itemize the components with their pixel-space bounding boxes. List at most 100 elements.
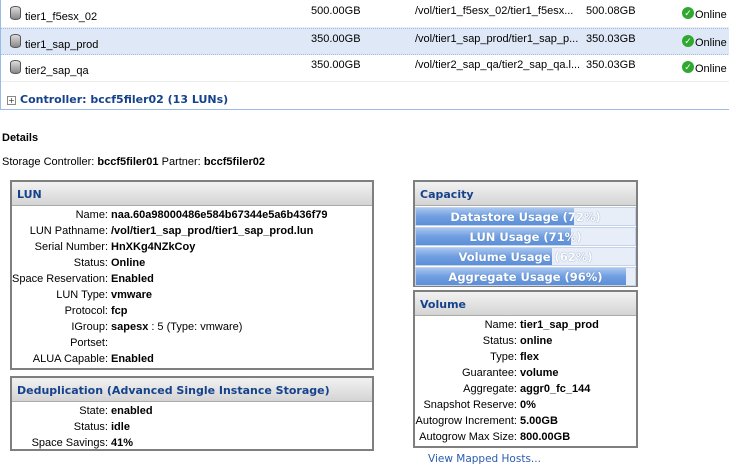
field-label: LUN Pathname: (29, 225, 108, 237)
lun-name: tier1_f5esx_02 (25, 11, 98, 23)
field-row: Space Savings: 41% (12, 435, 372, 451)
table-row-selected[interactable]: tier1_sap_prod 350.00GB /vol/tier1_sap_p… (1, 28, 729, 55)
field-label: ALUA Capable: (32, 353, 108, 365)
field-label: Status: (73, 257, 108, 269)
field-row: Serial Number: HnXKg4NZkCoy (12, 239, 372, 255)
field-row: Status: idle (12, 419, 372, 435)
lun-status: Online (695, 9, 727, 21)
field-row: LUN Pathname:/vol/tier1_sap_prod/tier1_s… (12, 223, 372, 239)
field-label: Autogrow Max Size: (419, 431, 517, 443)
field-value: Enabled (111, 273, 154, 285)
details-heading: Details (2, 132, 39, 144)
field-value: enabled (111, 405, 153, 417)
field-label: Name: (75, 209, 108, 221)
field-label: Serial Number: (34, 241, 108, 253)
storage-controller-line: Storage Controller: bccf5filer01 Partner… (2, 156, 265, 168)
panel-title: Deduplication (Advanced Single Instance … (12, 378, 372, 402)
field-label: IGroup: (71, 321, 108, 333)
lun-size: 350.00GB (311, 33, 361, 45)
check-icon: ✓ (682, 7, 694, 19)
field-row: Status: Online (12, 255, 372, 271)
field-value: tier1_sap_prod (520, 319, 599, 331)
capacity-panel: Capacity Datastore Usage (72%) LUN Usage … (413, 180, 638, 287)
lun-allocated: 350.03GB (586, 59, 636, 71)
storage-controller-value: bccf5filer01 (97, 156, 159, 168)
field-value: 0% (520, 399, 536, 411)
field-value: HnXKg4NZkCoy (111, 241, 196, 253)
usage-bar: Aggregate Usage (96%) (415, 267, 636, 286)
field-value: sapesx (111, 321, 149, 333)
panel-title: Capacity (415, 182, 636, 206)
field-value: volume (520, 367, 559, 379)
expand-icon[interactable]: + (7, 96, 16, 105)
field-value: idle (111, 421, 130, 433)
field-value: naa.60a98000486e584b67344e5a6b436f79 (111, 209, 328, 221)
usage-bar-label: LUN Usage (71%) (469, 230, 582, 244)
field-value: /vol/tier1_sap_prod/tier1_sap_prod.lun (111, 225, 314, 237)
partner-value: bccf5filer02 (203, 156, 265, 168)
check-icon: ✓ (682, 35, 694, 47)
field-value: 41% (111, 437, 134, 449)
field-row: LUN Type: vmware (12, 287, 372, 303)
lun-allocated: 500.08GB (586, 5, 636, 17)
database-icon (10, 60, 21, 74)
database-icon (10, 6, 21, 20)
field-value: 800.00GB (520, 431, 571, 443)
field-row: Name: tier1_sap_prod (415, 317, 636, 333)
lun-name: tier2_sap_qa (25, 65, 89, 77)
field-label: Name: (484, 319, 517, 331)
field-label: Status: (482, 335, 517, 347)
field-row: State: enabled (12, 403, 372, 419)
check-icon: ✓ (682, 61, 694, 73)
field-row: Status: online (415, 333, 636, 349)
storage-controller-label: Storage Controller: (2, 156, 95, 168)
lun-table: tier1_f5esx_02 500.00GB /vol/tier1_f5esx… (0, 0, 729, 110)
table-row[interactable]: tier2_sap_qa 350.00GB /vol/tier2_sap_qa/… (1, 55, 729, 82)
lun-size: 500.00GB (311, 5, 361, 17)
field-row: Autogrow Increment: 5.00GB (415, 413, 636, 429)
field-row: IGroup: sapesx: 5 (Type: vmware) (12, 319, 372, 335)
field-value: Enabled (111, 353, 154, 365)
volume-panel: Volume Name: tier1_sap_prod Status: online T… (413, 290, 638, 448)
dedup-panel: Deduplication (Advanced Single Instance … (10, 376, 374, 451)
field-value: fcp (111, 305, 128, 317)
lun-path: /vol/tier2_sap_qa/tier2_sap_qa.l... (415, 59, 581, 71)
panel-title: LUN (12, 182, 372, 206)
field-label: Guarantee: (461, 367, 517, 379)
view-mapped-hosts-link[interactable]: View Mapped Hosts... (428, 453, 541, 465)
controller-group-label: Controller: bccf5filer02 (13 LUNs) (20, 93, 229, 106)
field-row: Type: flex (415, 349, 636, 365)
field-row: Protocol: fcp (12, 303, 372, 319)
lun-status: Online (695, 63, 727, 75)
field-label: Aggregate: (463, 383, 517, 395)
field-value: online (520, 335, 553, 347)
field-label: Space Reservation: (12, 273, 108, 285)
field-value: aggr0_fc_144 (520, 383, 591, 395)
field-label: Autogrow Increment: (415, 415, 518, 427)
field-label: Space Savings: (31, 437, 108, 449)
field-row: Name: naa.60a98000486e584b67344e5a6b436f7… (12, 207, 372, 223)
field-value (108, 335, 111, 351)
field-row: Autogrow Max Size: 800.00GB (415, 429, 636, 445)
field-value: 5.00GB (520, 415, 558, 427)
usage-bar: Volume Usage (62%) (415, 247, 636, 266)
field-value: flex (520, 351, 539, 363)
field-row: Aggregate: aggr0_fc_144 (415, 381, 636, 397)
field-value: Online (111, 257, 146, 269)
usage-bar-label: Aggregate Usage (96%) (448, 270, 603, 284)
controller-group-header[interactable]: + Controller: bccf5filer02 (13 LUNs) (7, 93, 228, 106)
field-label: LUN Type: (56, 289, 108, 301)
field-row: Space Reservation: Enabled (12, 271, 372, 287)
usage-bar: LUN Usage (71%) (415, 227, 636, 246)
field-label: Snapshot Reserve: (423, 399, 517, 411)
usage-bar-label: Volume Usage (62%) (458, 250, 593, 264)
field-label: Protocol: (64, 305, 108, 317)
field-row: Guarantee: volume (415, 365, 636, 381)
field-label: State: (79, 405, 108, 417)
database-icon (10, 34, 21, 48)
lun-panel: LUN Name: naa.60a98000486e584b67344e5a6b4… (10, 180, 374, 370)
table-row[interactable]: tier1_f5esx_02 500.00GB /vol/tier1_f5esx… (1, 1, 729, 28)
field-value-extra: : 5 (Type: vmware) (151, 321, 243, 333)
panel-title: Volume (415, 292, 636, 316)
field-row: ALUA Capable: Enabled (12, 351, 372, 367)
